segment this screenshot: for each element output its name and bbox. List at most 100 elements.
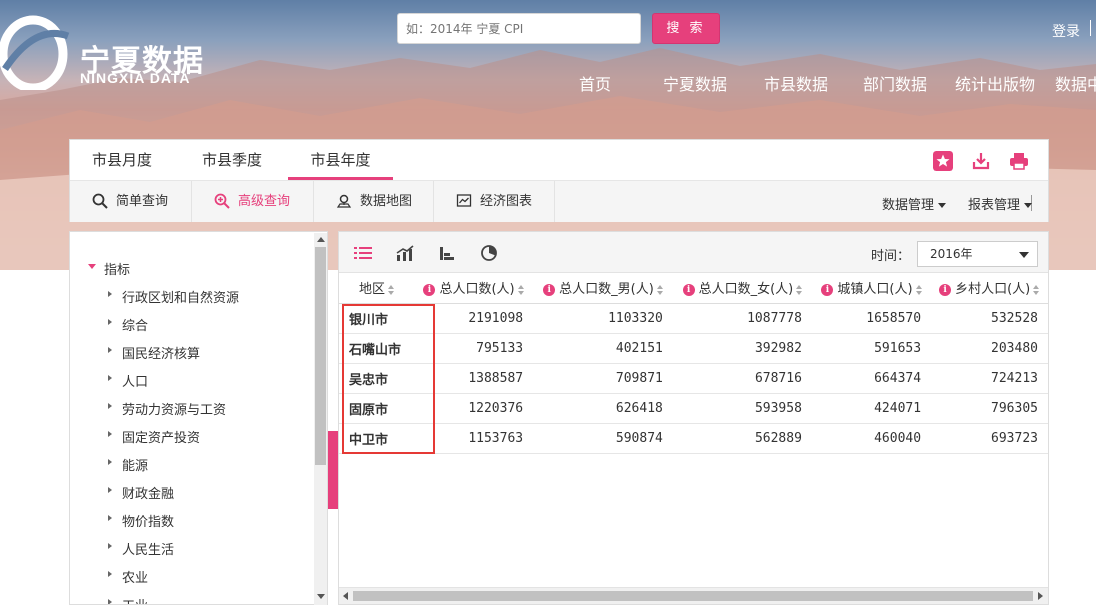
info-icon[interactable]: i (423, 283, 436, 296)
login-link[interactable]: 登录 (1052, 21, 1080, 41)
info-icon[interactable]: i (821, 283, 834, 296)
cell-value: 1388587 (413, 363, 534, 394)
cell-value: 664374 (811, 363, 932, 394)
cell-value: 1103320 (533, 303, 673, 334)
site-logo[interactable]: 宁夏数据 NINGXIA DATA (0, 8, 220, 98)
column-header-urban-population[interactable]: i 城镇人口(人) (811, 273, 932, 304)
sidebar-scrollbar[interactable] (314, 233, 327, 605)
cell-region[interactable]: 中卫市 (339, 423, 414, 454)
scrollbar-thumb[interactable] (315, 247, 326, 465)
cell-value: 593958 (672, 393, 812, 424)
column-header-total-population[interactable]: i 总人口数(人) (413, 273, 534, 304)
list-view-icon[interactable] (353, 244, 373, 262)
cell-value: 590874 (533, 423, 673, 454)
cell-region[interactable]: 固原市 (339, 393, 414, 424)
cell-value: 724213 (931, 363, 1048, 394)
chevron-down-icon (1024, 203, 1033, 208)
sort-icon[interactable] (1033, 284, 1040, 295)
cell-value: 562889 (672, 423, 812, 454)
info-icon[interactable]: i (939, 283, 952, 296)
data-management-label: 数据管理 (882, 198, 935, 213)
tree-item-label: 能源 (122, 459, 149, 474)
advanced-query-button[interactable]: 高级查询 (192, 181, 314, 222)
caret-right-icon (108, 571, 112, 577)
tree-item-label: 人民生活 (122, 543, 175, 558)
caret-right-icon (108, 291, 112, 297)
year-select-value: 2016年 (930, 247, 973, 261)
bar-chart-icon[interactable] (437, 244, 457, 262)
tree-item-label: 行政区划和自然资源 (122, 291, 240, 306)
scroll-down-icon[interactable] (317, 594, 325, 599)
period-tabs: 市县月度 市县季度 市县年度 (70, 140, 1048, 181)
scroll-up-icon[interactable] (317, 237, 325, 242)
simple-query-button[interactable]: 简单查询 (70, 181, 192, 222)
caret-right-icon (108, 515, 112, 521)
map-pin-icon (336, 194, 352, 208)
column-header-region[interactable]: 地区 (339, 273, 414, 304)
column-header-label: 总人口数(人) (439, 282, 515, 298)
table-row: 吴忠市 1388587 709871 678716 664374 724213 (339, 363, 1048, 394)
nav-item-publications[interactable]: 统计出版物 (955, 71, 1035, 95)
nav-item-ningxia-data[interactable]: 宁夏数据 (663, 71, 727, 95)
info-icon[interactable]: i (543, 283, 556, 296)
panel-splitter-handle[interactable] (328, 431, 338, 509)
economic-chart-button[interactable]: 经济图表 (434, 181, 555, 222)
nav-item-city-county-data[interactable]: 市县数据 (764, 71, 828, 95)
sort-icon[interactable] (517, 284, 524, 295)
tab-quarterly[interactable]: 市县季度 (190, 140, 274, 180)
caret-right-icon (108, 599, 112, 604)
cell-value: 709871 (533, 363, 673, 394)
column-header-rural-population[interactable]: i 乡村人口(人) (931, 273, 1048, 304)
tree-item-label: 综合 (122, 319, 149, 334)
data-management-dropdown[interactable]: 数据管理 (882, 194, 947, 213)
cell-value: 203480 (931, 333, 1048, 364)
data-panel: 时间： 2016年 地区 i 总人口数(人) i 总人口数_男(人) i 总人口数_女… (338, 231, 1049, 605)
caret-right-icon (108, 543, 112, 549)
cell-region[interactable]: 银川市 (339, 303, 414, 334)
table-row: 银川市 2191098 1103320 1087778 1658570 5325… (339, 303, 1048, 334)
nav-item-data-center[interactable]: 数据中 (1055, 71, 1096, 95)
advanced-query-label: 高级查询 (238, 194, 291, 209)
chevron-down-icon (938, 203, 947, 208)
tab-annual[interactable]: 市县年度 (288, 140, 393, 180)
tree-item-label: 工业 (122, 595, 148, 604)
info-icon[interactable]: i (682, 283, 695, 296)
cell-region[interactable]: 吴忠市 (339, 363, 414, 394)
search-button[interactable]: 搜 索 (652, 13, 720, 44)
sort-icon[interactable] (915, 284, 922, 295)
indicator-tree: 指标 行政区划和自然资源 综合 国民经济核算 人口 劳动力资源与工资 固定资产投… (69, 231, 328, 605)
view-toolbar: 时间： 2016年 (339, 232, 1048, 273)
download-icon[interactable] (971, 151, 991, 171)
sort-icon[interactable] (387, 284, 394, 295)
tree-item-label: 固定资产投资 (122, 431, 201, 446)
table-horizontal-scrollbar[interactable] (339, 587, 1048, 604)
cell-region[interactable]: 石嘴山市 (339, 333, 414, 364)
tab-monthly[interactable]: 市县月度 (80, 140, 164, 180)
scroll-right-icon[interactable] (1038, 592, 1043, 600)
zoom-in-icon (214, 193, 230, 209)
report-management-dropdown[interactable]: 报表管理 (968, 194, 1033, 213)
nav-item-home[interactable]: 首页 (579, 71, 611, 95)
sort-icon[interactable] (796, 284, 803, 295)
line-chart-icon[interactable] (395, 244, 415, 262)
scroll-left-icon[interactable] (343, 592, 348, 600)
favorite-star-icon[interactable] (933, 151, 953, 171)
column-header-female-population[interactable]: i 总人口数_女(人) (672, 273, 812, 304)
query-panel: 市县月度 市县季度 市县年度 简单查询 高级查询 数据地图 经济图表 数据管理 … (69, 139, 1049, 222)
caret-right-icon (108, 375, 112, 381)
cell-value: 678716 (672, 363, 812, 394)
nav-item-department-data[interactable]: 部门数据 (863, 71, 927, 95)
search-input[interactable] (397, 13, 641, 44)
sort-icon[interactable] (656, 284, 663, 295)
cell-value: 796305 (931, 393, 1048, 424)
print-icon[interactable] (1009, 151, 1029, 171)
chevron-down-icon (1019, 252, 1029, 258)
year-select[interactable]: 2016年 (917, 241, 1038, 267)
data-map-button[interactable]: 数据地图 (314, 181, 434, 222)
search-icon (92, 193, 108, 209)
scrollbar-thumb[interactable] (353, 591, 1033, 601)
column-header-male-population[interactable]: i 总人口数_男(人) (533, 273, 673, 304)
pie-chart-icon[interactable] (479, 244, 499, 262)
caret-down-icon (88, 264, 96, 269)
cell-value: 392982 (672, 333, 812, 364)
